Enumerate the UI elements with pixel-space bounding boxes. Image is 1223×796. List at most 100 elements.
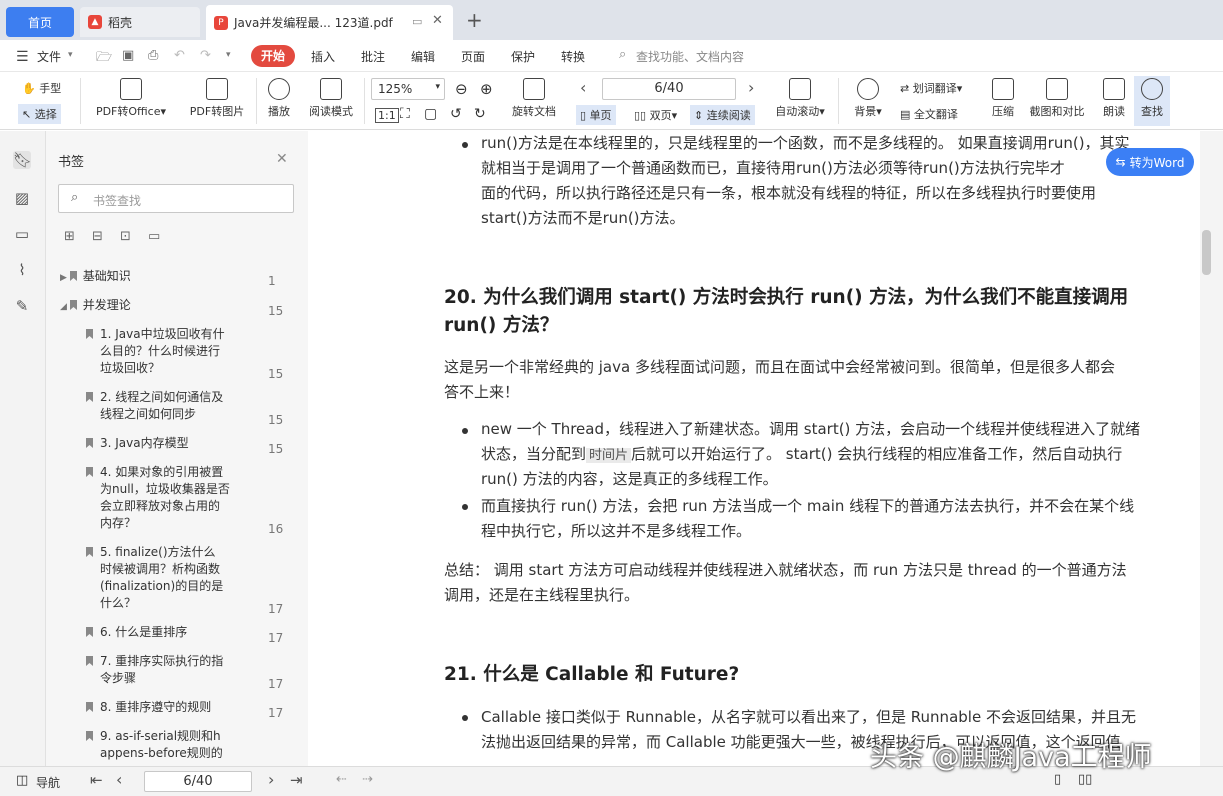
continuous-read-button[interactable]: ⇕ 连续阅读 <box>690 105 755 125</box>
bookmark-item[interactable]: 2. 线程之间如何通信及线程之间如何同步 <box>86 389 226 423</box>
menu-convert[interactable]: 转换 <box>561 48 585 65</box>
rotate-right-icon[interactable]: ↻ <box>474 106 486 122</box>
tab-home[interactable]: 首页 <box>6 7 74 37</box>
bookmark-item[interactable]: 4. 如果对象的引用被置为null，垃圾收集器是否会立即释放对象占用的内存？ <box>86 464 231 532</box>
bookmark-item[interactable]: 6. 什么是重排序 <box>86 624 226 641</box>
forward-icon[interactable]: ⇢ <box>362 772 373 787</box>
convert-to-word-button[interactable]: ⇆ 转为Word <box>1106 148 1194 176</box>
chevron-down-icon[interactable]: ▾ <box>68 50 73 60</box>
tab-daoke[interactable]: ▲ 稻壳 <box>80 7 200 37</box>
open-folder-icon[interactable]: 🗁 <box>96 48 112 70</box>
save-icon[interactable]: ▣ <box>122 48 134 63</box>
attachment-panel-icon[interactable]: ⌇ <box>13 261 31 279</box>
auto-scroll-button[interactable]: 自动滚动▾ <box>772 78 828 119</box>
bookmark-item[interactable]: 9. as-if-serial规则和happens-before规则的区别 <box>86 728 226 762</box>
read-aloud-button[interactable]: 朗读 <box>1098 78 1130 119</box>
menu-protect[interactable]: 保护 <box>511 48 535 65</box>
find-button[interactable]: 查找 <box>1134 76 1170 126</box>
fit-width-icon[interactable]: ▢ <box>424 106 437 122</box>
bookmark-item[interactable]: 7. 重排序实际执行的指令步骤 <box>86 653 226 687</box>
zoom-select[interactable]: 125% ▾ <box>371 78 445 100</box>
thumbnail-panel-icon[interactable]: ▨ <box>13 189 31 207</box>
bookmark-label: 2. 线程之间如何通信及线程之间如何同步 <box>100 390 224 421</box>
nav-panel-icon[interactable]: ◫ <box>16 773 28 788</box>
full-translate-button[interactable]: ▤ 全文翻译 <box>900 106 958 122</box>
bookmark-item[interactable]: 5. finalize()方法什么时候被调用？析构函数(finalization… <box>86 544 226 612</box>
actual-size-icon[interactable]: 1:1 <box>375 108 399 123</box>
pdf-to-image-button[interactable]: PDF转图片 <box>186 78 248 119</box>
rotate-left-icon[interactable]: ↺ <box>450 106 462 122</box>
read-mode-button[interactable]: 阅读模式 <box>304 78 358 119</box>
single-view-icon[interactable]: ▯ <box>1054 772 1061 787</box>
new-tab-icon[interactable]: + <box>466 8 483 32</box>
redo-icon[interactable]: ↷ <box>200 48 211 63</box>
word-translate-button[interactable]: ⇄ 划词翻译▾ <box>900 80 962 96</box>
print-icon[interactable]: ⎙ <box>148 48 158 63</box>
next-page-icon[interactable]: › <box>748 78 754 97</box>
full-translate-label: 全文翻译 <box>913 108 958 121</box>
word-translate-label: 划词翻译 <box>912 82 957 95</box>
menu-edit[interactable]: 编辑 <box>411 48 435 65</box>
bookmark-item[interactable]: 8. 重排序遵守的规则 <box>86 699 226 716</box>
hand-tool[interactable]: ✋ 手型 <box>22 80 61 96</box>
next-page-status-icon[interactable]: › <box>268 770 274 789</box>
bookmark-panel-icon[interactable]: 🔖︎ <box>13 151 32 169</box>
comment-panel-icon[interactable]: ▭ <box>13 225 31 243</box>
signature-panel-icon[interactable]: ✎ <box>13 297 31 315</box>
delete-bookmark-icon[interactable]: ▭ <box>148 229 160 244</box>
undo-icon[interactable]: ↶ <box>174 48 185 63</box>
pdf-to-office-button[interactable]: PDF转Office▾ <box>90 78 172 119</box>
tooltip-term[interactable]: 时间片 <box>586 448 632 463</box>
double-page-button[interactable]: ▯▯ 双页▾ <box>634 107 677 123</box>
rotate-doc-button[interactable]: 旋转文档 <box>507 78 561 119</box>
select-tool[interactable]: ↖ 选择 <box>18 104 61 124</box>
window-icon[interactable]: ▭ <box>412 15 422 28</box>
prev-page-icon[interactable]: ‹ <box>580 78 586 97</box>
more-chevron-icon[interactable]: ▾ <box>226 50 231 60</box>
menu-search[interactable]: 查找功能、文档内容 <box>636 48 744 65</box>
tab-pdf[interactable]: P Java并发编程最... 123道.pdf ▭ ✕ <box>206 5 453 40</box>
play-button[interactable]: 播放 <box>264 78 294 119</box>
back-icon[interactable]: ⇠ <box>336 772 347 787</box>
bookmark-item[interactable]: 1. Java中垃圾回收有什么目的？什么时候进行垃圾回收？ <box>86 326 226 377</box>
add-bookmark-icon[interactable]: ⊡ <box>120 229 131 244</box>
first-page-icon[interactable]: ⇤ <box>90 771 103 789</box>
collapse-all-icon[interactable]: ⊟ <box>92 229 103 244</box>
crop-compare-button[interactable]: 截图和对比 <box>1026 78 1088 119</box>
compress-icon <box>992 78 1014 100</box>
last-page-icon[interactable]: ⇥ <box>290 771 303 789</box>
text-span: 状态，当分配到 <box>481 445 587 463</box>
bookmark-search-input[interactable]: ⌕ 书签查找 <box>58 184 294 213</box>
page-input[interactable]: 6/40 <box>602 78 736 100</box>
bookmark-item[interactable]: 3. Java内存模型 <box>86 435 226 452</box>
hamburger-icon[interactable]: ☰ <box>16 49 29 65</box>
menu-annotate[interactable]: 批注 <box>361 48 385 65</box>
status-page-input[interactable]: 6/40 <box>144 771 252 792</box>
menu-insert[interactable]: 插入 <box>311 48 335 65</box>
vertical-scrollbar[interactable] <box>1200 131 1223 766</box>
zoom-in-icon[interactable]: ⊕ <box>480 80 493 98</box>
paragraph-line: 调用，还是在主线程里执行。 <box>444 586 640 604</box>
close-tab-icon[interactable]: ✕ <box>432 13 443 28</box>
bullet <box>462 142 468 148</box>
prev-page-status-icon[interactable]: ‹ <box>116 770 122 789</box>
document-view: run()方法是在本线程里的，只是线程里的一个函数，而不是多线程的。 如果直接调… <box>316 131 1200 751</box>
zoom-out-icon[interactable]: ⊖ <box>455 80 468 98</box>
close-panel-icon[interactable]: ✕ <box>276 151 288 167</box>
double-view-icon[interactable]: ▯▯ <box>1078 772 1092 787</box>
fit-page-icon[interactable]: ⛶ <box>400 106 410 122</box>
bookmark-item[interactable]: ◢ 并发理论 <box>60 297 290 316</box>
section-heading: run() 方法？ <box>444 315 559 336</box>
single-page-button[interactable]: ▯ 单页 <box>576 105 616 125</box>
menu-start[interactable]: 开始 <box>251 45 295 67</box>
compress-button[interactable]: 压缩 <box>988 78 1018 119</box>
background-button[interactable]: 背景▾ <box>850 78 886 119</box>
bookmark-item[interactable]: ▶ 基础知识 <box>60 268 290 287</box>
bookmark-flag-icon <box>86 731 93 741</box>
expand-all-icon[interactable]: ⊞ <box>64 229 75 244</box>
menu-file[interactable]: 文件 <box>37 48 61 65</box>
scroll-thumb[interactable] <box>1202 230 1211 275</box>
nav-label[interactable]: 导航 <box>36 774 60 791</box>
menu-page[interactable]: 页面 <box>461 48 485 65</box>
collapse-arrow-icon: ◢ <box>60 302 67 312</box>
